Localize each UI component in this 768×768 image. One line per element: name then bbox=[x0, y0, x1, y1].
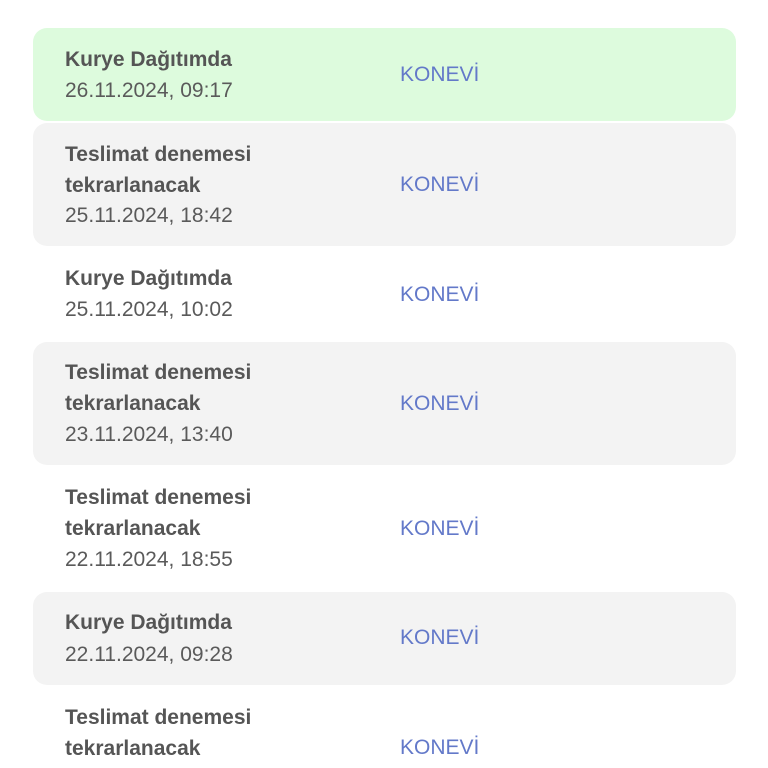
timeline-event: Kurye Dağıtımda 22.11.2024, 09:28 KONEVİ bbox=[33, 592, 736, 685]
event-date: 26.11.2024, 09:17 bbox=[65, 79, 233, 102]
event-location-link[interactable]: KONEVİ bbox=[400, 279, 479, 310]
timeline-event: Teslimat denemesi tekrarlanacak 23.11.20… bbox=[33, 342, 736, 465]
event-location-link[interactable]: KONEVİ bbox=[400, 59, 479, 90]
event-location-link[interactable]: KONEVİ bbox=[400, 732, 479, 763]
event-status: Kurye Dağıtımda bbox=[65, 267, 232, 290]
event-status: Teslimat denemesi tekrarlanacak bbox=[65, 486, 252, 540]
event-date: 25.11.2024, 18:42 bbox=[65, 204, 233, 227]
timeline-event: Teslimat denemesi tekrarlanacak 25.11.20… bbox=[33, 123, 736, 246]
shipment-timeline: Kurye Dağıtımda 26.11.2024, 09:17 KONEVİ… bbox=[0, 0, 768, 768]
event-location-link[interactable]: KONEVİ bbox=[400, 169, 479, 200]
event-location-link[interactable]: KONEVİ bbox=[400, 513, 479, 544]
event-date: 25.11.2024, 10:02 bbox=[65, 298, 233, 321]
event-date: 22.11.2024, 09:28 bbox=[65, 643, 233, 666]
event-status: Teslimat denemesi tekrarlanacak bbox=[65, 361, 252, 415]
event-location-link[interactable]: KONEVİ bbox=[400, 388, 479, 419]
event-date: 22.11.2024, 18:55 bbox=[65, 548, 233, 571]
event-status: Kurye Dağıtımda bbox=[65, 611, 232, 634]
event-status: Teslimat denemesi tekrarlanacak bbox=[65, 706, 252, 760]
event-status: Kurye Dağıtımda bbox=[65, 48, 232, 71]
event-location-link[interactable]: KONEVİ bbox=[400, 622, 479, 653]
timeline-event: Teslimat denemesi tekrarlanacak 22.11.20… bbox=[33, 467, 736, 590]
timeline-event: Kurye Dağıtımda 25.11.2024, 10:02 KONEVİ bbox=[33, 248, 736, 338]
timeline-event: Kurye Dağıtımda 26.11.2024, 09:17 KONEVİ bbox=[33, 28, 736, 121]
event-status: Teslimat denemesi tekrarlanacak bbox=[65, 143, 252, 197]
event-date: 23.11.2024, 13:40 bbox=[65, 423, 233, 446]
timeline-event: Teslimat denemesi tekrarlanacak KONEVİ bbox=[33, 687, 736, 768]
